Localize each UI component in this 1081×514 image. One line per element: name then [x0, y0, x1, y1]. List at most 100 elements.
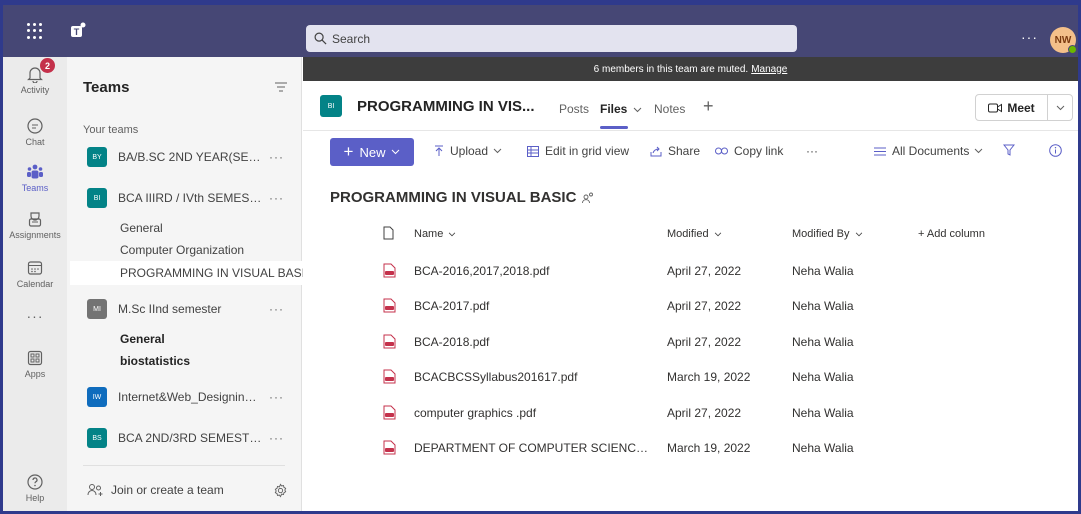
rail-item-chat[interactable]: Chat	[3, 109, 67, 155]
settings-more-button[interactable]: ···	[1021, 29, 1038, 45]
table-row[interactable]: computer graphics .pdf April 27, 2022 Ne…	[303, 395, 1078, 431]
rail-item-more[interactable]: ···	[3, 293, 67, 339]
pdf-file-icon	[383, 334, 396, 349]
copy-link-button[interactable]: Copy link	[715, 144, 783, 158]
team-item[interactable]: BY BA/B.SC 2ND YEAR(SEC) 20... ···	[67, 142, 302, 172]
file-modified: April 27, 2022	[667, 406, 742, 420]
file-modified: March 19, 2022	[667, 441, 751, 455]
tab-notes[interactable]: Notes	[654, 102, 685, 116]
avatar[interactable]: NW	[1050, 27, 1077, 54]
team-name: BCA 2ND/3RD SEMESTER 2...	[118, 431, 263, 445]
team-item[interactable]: MI M.Sc IInd semester ···	[67, 294, 302, 324]
team-item[interactable]: BS BCA 2ND/3RD SEMESTER 2... ···	[67, 423, 302, 453]
rail-label-calendar: Calendar	[16, 279, 54, 289]
rail-item-teams[interactable]: Teams	[3, 155, 67, 201]
table-row[interactable]: BCA-2017.pdf April 27, 2022 Neha Walia	[303, 288, 1078, 324]
channel-item[interactable]: biostatistics	[120, 354, 190, 368]
upload-button[interactable]: Upload	[434, 144, 508, 158]
file-modified-by: Neha Walia	[792, 441, 854, 455]
team-name: Internet&Web_Designing_...	[118, 390, 263, 404]
upload-icon	[435, 145, 443, 156]
team-name: BA/B.SC 2ND YEAR(SEC) 20...	[118, 150, 263, 164]
share-button[interactable]: Share	[650, 144, 700, 158]
add-tab-button[interactable]: +	[703, 96, 714, 117]
column-name[interactable]: Name	[414, 228, 654, 240]
new-button[interactable]: + New	[330, 138, 414, 166]
app-launcher-icon[interactable]	[27, 23, 43, 39]
add-column-button[interactable]: + Add column	[918, 228, 985, 240]
channel-item[interactable]: General	[120, 221, 163, 235]
column-modified-by-label: Modified By	[792, 228, 850, 240]
file-name[interactable]: BCACBCSSyllabus201617.pdf	[414, 370, 654, 384]
tab-files-label: Files	[600, 102, 628, 116]
file-name[interactable]: BCA-2018.pdf	[414, 335, 654, 349]
column-modified[interactable]: Modified	[667, 228, 722, 240]
view-selector[interactable]: All Documents	[874, 144, 989, 158]
svg-text:T: T	[74, 27, 80, 37]
meet-dropdown-button[interactable]	[1047, 94, 1073, 121]
rail-label-assignments: Assignments	[9, 230, 61, 240]
new-label: New	[359, 144, 386, 160]
search-placeholder: Search	[332, 31, 371, 46]
rail-item-calendar[interactable]: Calendar	[3, 251, 67, 297]
divider	[83, 465, 285, 466]
chevron-down-icon	[975, 148, 983, 154]
rail-label-help: Help	[25, 493, 45, 503]
team-more-button[interactable]: ···	[269, 431, 284, 445]
edit-grid-view-button[interactable]: Edit in grid view	[527, 144, 629, 158]
search-input[interactable]: Search	[306, 25, 797, 52]
pdf-file-icon	[383, 298, 396, 313]
file-name[interactable]: BCA-2017.pdf	[414, 299, 654, 313]
join-create-team-button[interactable]: Join or create a team	[87, 483, 224, 497]
team-avatar: BS	[87, 428, 107, 448]
copy-link-label: Copy link	[734, 144, 784, 158]
file-list-header: Name Modified Modified By + Add column	[303, 217, 1078, 253]
file-name[interactable]: BCA-2016,2017,2018.pdf	[414, 264, 654, 278]
chevron-down-icon	[1056, 105, 1064, 110]
filter-icon[interactable]	[1003, 144, 1015, 156]
file-modified: March 19, 2022	[667, 370, 751, 384]
meet-label: Meet	[1007, 100, 1035, 115]
assignments-icon	[28, 212, 42, 227]
team-more-button[interactable]: ···	[269, 302, 284, 316]
tab-files[interactable]: Files	[600, 102, 642, 116]
channel-item-active[interactable]: PROGRAMMING IN VISUAL BASIC	[120, 266, 314, 280]
info-icon[interactable]	[1049, 144, 1062, 157]
app-rail: Activity 2 Chat Teams Assignments Calend…	[3, 57, 67, 511]
search-icon	[314, 32, 327, 45]
team-more-button[interactable]: ···	[269, 150, 284, 164]
gear-icon[interactable]	[273, 483, 288, 498]
tab-posts[interactable]: Posts	[559, 102, 589, 116]
rail-label-chat: Chat	[25, 137, 45, 147]
rail-item-apps[interactable]: Apps	[3, 341, 67, 387]
active-tab-indicator	[600, 126, 628, 129]
calendar-icon	[27, 261, 43, 275]
file-name[interactable]: DEPARTMENT OF COMPUTER SCIENCE QU...	[414, 441, 654, 455]
teams-icon	[27, 164, 43, 179]
team-item[interactable]: BI BCA IIIRD / IVth SEMESTER... ···	[67, 183, 302, 213]
table-row[interactable]: BCACBCSSyllabus201617.pdf March 19, 2022…	[303, 359, 1078, 395]
meet-button[interactable]: Meet	[975, 94, 1048, 121]
channel-item[interactable]: General	[120, 332, 165, 346]
rail-item-help[interactable]: Help	[3, 465, 67, 511]
team-more-button[interactable]: ···	[269, 390, 284, 404]
filter-icon[interactable]	[274, 81, 288, 93]
rail-item-assignments[interactable]: Assignments	[3, 202, 67, 248]
table-row[interactable]: DEPARTMENT OF COMPUTER SCIENCE QU... Mar…	[303, 430, 1078, 466]
table-row[interactable]: BCA-2018.pdf April 27, 2022 Neha Walia	[303, 324, 1078, 360]
manage-link[interactable]: Manage	[751, 64, 787, 75]
team-item[interactable]: IW Internet&Web_Designing_... ···	[67, 382, 302, 412]
column-modified-by[interactable]: Modified By	[792, 228, 863, 240]
file-modified: April 27, 2022	[667, 335, 742, 349]
file-name[interactable]: computer graphics .pdf	[414, 406, 654, 420]
rail-item-activity[interactable]: Activity 2	[3, 57, 67, 103]
channel-item[interactable]: Computer Organization	[120, 243, 244, 257]
pdf-file-icon	[383, 263, 396, 278]
video-camera-icon	[988, 103, 1003, 112]
share-icon	[650, 146, 662, 156]
more-commands-button[interactable]: ···	[806, 144, 818, 158]
table-row[interactable]: BCA-2016,2017,2018.pdf April 27, 2022 Ne…	[303, 253, 1078, 289]
share-label: Share	[668, 144, 701, 158]
chevron-down-icon	[714, 232, 721, 237]
team-more-button[interactable]: ···	[269, 191, 284, 205]
